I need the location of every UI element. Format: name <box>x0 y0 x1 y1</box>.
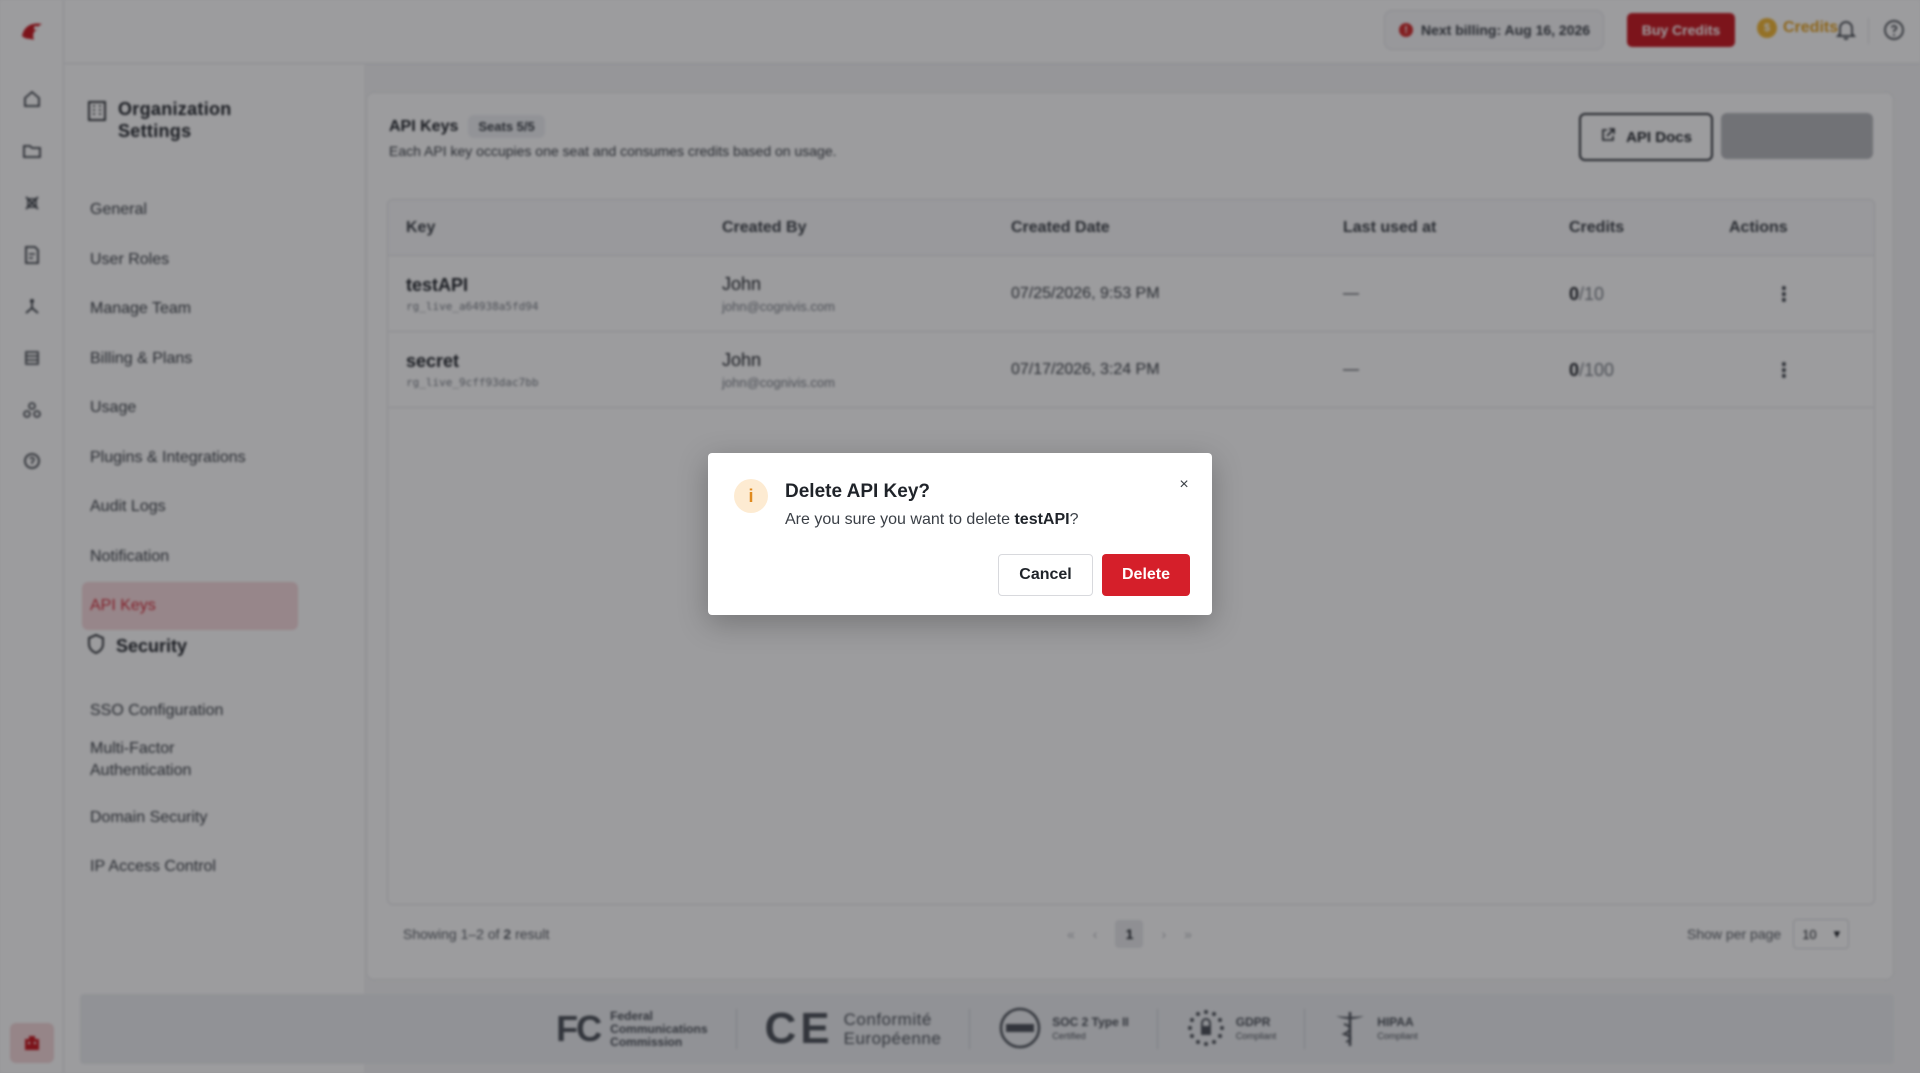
dialog-message-suffix: ? <box>1069 511 1079 528</box>
close-icon[interactable]: × <box>1174 475 1194 495</box>
dialog-message-prefix: Are you sure you want to delete <box>785 511 1015 528</box>
delete-button[interactable]: Delete <box>1102 554 1190 596</box>
dialog-message: Are you sure you want to delete testAPI? <box>785 511 1079 529</box>
cancel-button[interactable]: Cancel <box>998 554 1093 596</box>
dialog-title: Delete API Key? <box>785 481 931 502</box>
info-warning-icon: i <box>734 479 768 513</box>
delete-api-key-dialog: i Delete API Key? Are you sure you want … <box>708 453 1212 615</box>
dialog-message-target: testAPI <box>1014 511 1070 528</box>
